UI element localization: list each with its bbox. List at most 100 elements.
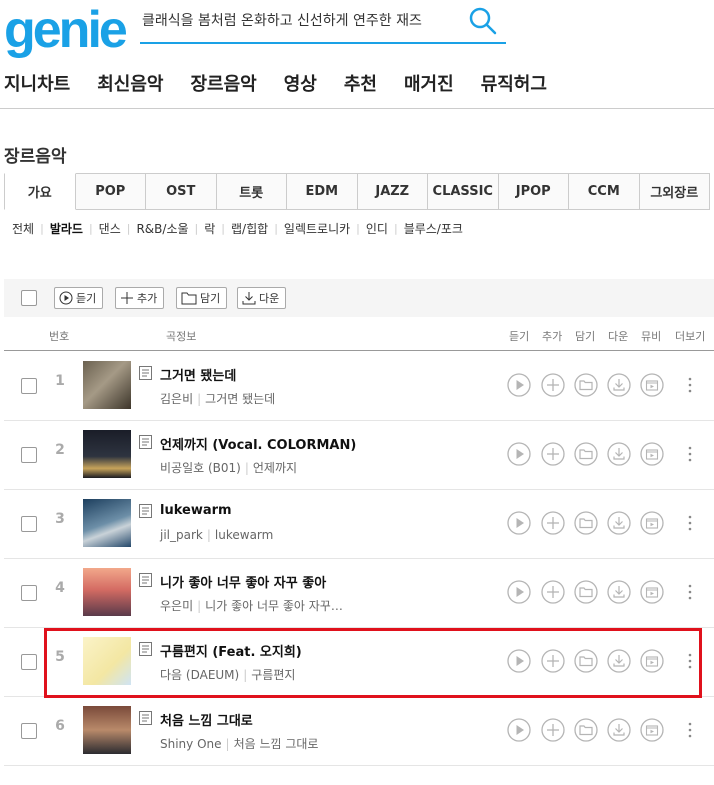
tab-trot[interactable]: 트롯 bbox=[216, 173, 287, 209]
mv-button[interactable] bbox=[640, 580, 664, 604]
sub-all[interactable]: 전체 bbox=[12, 220, 40, 237]
nav-new[interactable]: 최신음악 bbox=[97, 70, 163, 96]
add-button[interactable] bbox=[541, 373, 565, 397]
nav-magazine[interactable]: 매거진 bbox=[404, 70, 454, 96]
tab-jazz[interactable]: JAZZ bbox=[357, 173, 428, 209]
artist-name[interactable]: Shiny One bbox=[160, 737, 222, 751]
select-all-checkbox[interactable] bbox=[21, 290, 37, 306]
col-info: 곡정보 bbox=[166, 330, 197, 343]
add-button[interactable] bbox=[541, 442, 565, 466]
save-button[interactable] bbox=[574, 442, 598, 466]
tab-edm[interactable]: EDM bbox=[287, 173, 358, 209]
song-title[interactable]: 처음 느낌 그대로 bbox=[160, 710, 253, 729]
lyrics-icon[interactable] bbox=[139, 504, 152, 518]
mv-button[interactable] bbox=[640, 442, 664, 466]
row-checkbox[interactable] bbox=[21, 378, 37, 394]
play-button[interactable] bbox=[507, 580, 531, 604]
more-options-icon[interactable] bbox=[685, 718, 695, 742]
play-button[interactable] bbox=[507, 511, 531, 535]
search-input[interactable] bbox=[140, 6, 454, 34]
nav-musichug[interactable]: 뮤직허그 bbox=[481, 70, 547, 96]
album-cover[interactable] bbox=[83, 568, 131, 616]
tab-ccm[interactable]: CCM bbox=[569, 173, 640, 209]
download-button[interactable] bbox=[607, 511, 631, 535]
more-options-icon[interactable] bbox=[685, 580, 695, 604]
album-name[interactable]: 그거면 됐는데 bbox=[205, 392, 275, 406]
lyrics-icon[interactable] bbox=[139, 366, 152, 380]
play-icon bbox=[59, 291, 73, 305]
album-cover[interactable] bbox=[83, 706, 131, 754]
album-cover[interactable] bbox=[83, 361, 131, 409]
sub-rnb[interactable]: R&B/소울 bbox=[130, 220, 194, 237]
song-title[interactable]: 니가 좋아 너무 좋아 자꾸 좋아 bbox=[160, 572, 326, 591]
nav-recommend[interactable]: 추천 bbox=[344, 70, 377, 96]
album-cover[interactable] bbox=[83, 430, 131, 478]
add-selected-button[interactable]: 추가 bbox=[115, 287, 165, 309]
sub-dance[interactable]: 댄스 bbox=[93, 220, 127, 237]
artist-name[interactable]: 김은비 bbox=[160, 392, 193, 406]
song-meta: Shiny One | 처음 느낌 그대로 bbox=[160, 737, 319, 751]
row-checkbox[interactable] bbox=[21, 723, 37, 739]
sub-hiphop[interactable]: 랩/힙합 bbox=[225, 220, 274, 237]
album-cover[interactable] bbox=[83, 499, 131, 547]
lyrics-icon[interactable] bbox=[139, 711, 152, 725]
play-button[interactable] bbox=[507, 442, 531, 466]
download-button[interactable] bbox=[607, 718, 631, 742]
artist-name[interactable]: jil_park bbox=[160, 528, 203, 542]
download-button[interactable] bbox=[607, 442, 631, 466]
sub-ballad[interactable]: 발라드 bbox=[44, 220, 89, 237]
tab-jpop[interactable]: JPOP bbox=[498, 173, 569, 209]
lyrics-icon[interactable] bbox=[139, 573, 152, 587]
tab-etc[interactable]: 그외장르 bbox=[639, 173, 710, 209]
nav-genre[interactable]: 장르음악 bbox=[191, 70, 257, 96]
add-button[interactable] bbox=[541, 511, 565, 535]
genie-logo[interactable]: genie bbox=[4, 2, 128, 58]
download-selected-button[interactable]: 다운 bbox=[237, 287, 287, 309]
play-button[interactable] bbox=[507, 718, 531, 742]
sub-rock[interactable]: 락 bbox=[198, 220, 221, 237]
nav-chart[interactable]: 지니차트 bbox=[4, 70, 70, 96]
song-title[interactable]: lukewarm bbox=[160, 503, 232, 518]
tab-kpop[interactable]: 가요 bbox=[4, 173, 76, 210]
search-icon[interactable] bbox=[468, 6, 498, 36]
row-checkbox[interactable] bbox=[21, 585, 37, 601]
add-button[interactable] bbox=[541, 718, 565, 742]
save-button[interactable] bbox=[574, 580, 598, 604]
download-icon bbox=[242, 292, 256, 305]
more-options-icon[interactable] bbox=[685, 373, 695, 397]
row-checkbox[interactable] bbox=[21, 447, 37, 463]
download-button[interactable] bbox=[607, 373, 631, 397]
more-options-icon[interactable] bbox=[685, 442, 695, 466]
tab-classic[interactable]: CLASSIC bbox=[428, 173, 499, 209]
song-title[interactable]: 언제까지 (Vocal. COLORMAN) bbox=[160, 434, 356, 453]
album-name[interactable]: 니가 좋아 너무 좋아 자꾸… bbox=[205, 599, 343, 613]
album-name[interactable]: 처음 느낌 그대로 bbox=[234, 737, 319, 751]
sub-electronica[interactable]: 일렉트로니카 bbox=[278, 220, 356, 237]
listen-selected-button[interactable]: 듣기 bbox=[54, 287, 104, 309]
album-name[interactable]: lukewarm bbox=[215, 528, 273, 542]
tab-ost[interactable]: OST bbox=[146, 173, 217, 209]
save-button[interactable] bbox=[574, 511, 598, 535]
save-selected-button[interactable]: 담기 bbox=[176, 287, 228, 309]
row-checkbox[interactable] bbox=[21, 654, 37, 670]
artist-name[interactable]: 우은미 bbox=[160, 599, 193, 613]
song-title[interactable]: 그거면 됐는데 bbox=[160, 365, 236, 384]
download-button[interactable] bbox=[607, 580, 631, 604]
add-button[interactable] bbox=[541, 580, 565, 604]
save-button[interactable] bbox=[574, 718, 598, 742]
nav-video[interactable]: 영상 bbox=[284, 70, 317, 96]
album-name[interactable]: 언제까지 bbox=[253, 461, 297, 475]
sub-indie[interactable]: 인디 bbox=[360, 220, 394, 237]
mv-button[interactable] bbox=[640, 511, 664, 535]
tab-pop[interactable]: POP bbox=[75, 173, 146, 209]
mv-button[interactable] bbox=[640, 718, 664, 742]
mv-button[interactable] bbox=[640, 373, 664, 397]
genre-tabs: 가요 POP OST 트롯 EDM JAZZ CLASSIC JPOP CCM … bbox=[4, 173, 710, 210]
sub-blues-folk[interactable]: 블루스/포크 bbox=[398, 220, 469, 237]
lyrics-icon[interactable] bbox=[139, 435, 152, 449]
artist-name[interactable]: 비공일호 (B01) bbox=[160, 461, 241, 475]
row-checkbox[interactable] bbox=[21, 516, 37, 532]
play-button[interactable] bbox=[507, 373, 531, 397]
more-options-icon[interactable] bbox=[685, 511, 695, 535]
save-button[interactable] bbox=[574, 373, 598, 397]
